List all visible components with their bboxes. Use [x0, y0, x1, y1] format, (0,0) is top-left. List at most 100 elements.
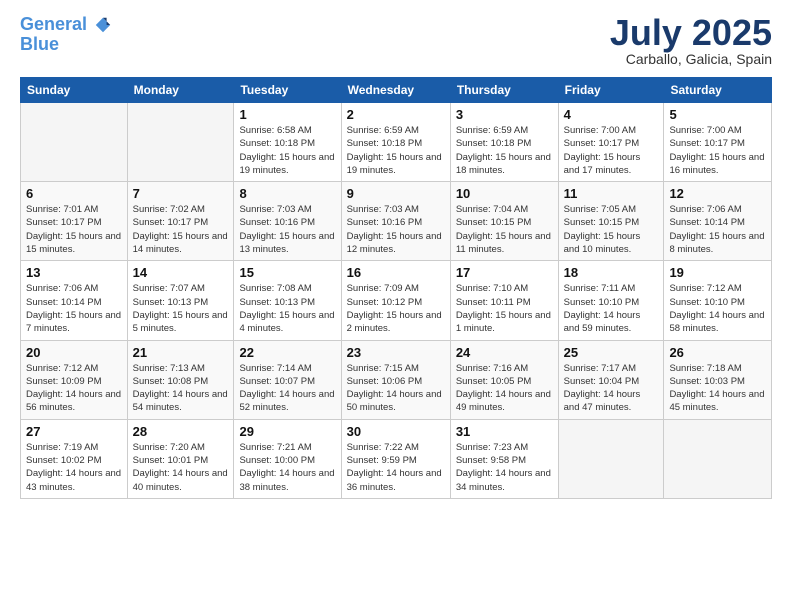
day-number: 21 [133, 345, 229, 360]
day-number: 15 [239, 265, 335, 280]
day-number: 19 [669, 265, 766, 280]
header-friday: Friday [558, 78, 664, 103]
header-sunday: Sunday [21, 78, 128, 103]
day-info: Sunrise: 7:02 AM Sunset: 10:17 PM Daylig… [133, 203, 229, 256]
calendar-cell: 22 Sunrise: 7:14 AM Sunset: 10:07 PM Dayl… [234, 340, 341, 419]
calendar-cell: 1 Sunrise: 6:58 AM Sunset: 10:18 PM Dayli… [234, 103, 341, 182]
day-info: Sunrise: 7:05 AM Sunset: 10:15 PM Daylig… [564, 203, 659, 256]
day-info: Sunrise: 7:15 AM Sunset: 10:06 PM Daylig… [347, 362, 445, 415]
day-info: Sunrise: 7:23 AM Sunset: 9:58 PM Dayligh… [456, 441, 553, 494]
day-info: Sunrise: 7:06 AM Sunset: 10:14 PM Daylig… [26, 282, 122, 335]
calendar-cell: 29Sunrise: 7:21 AM Sunset: 10:00 PM Dayl… [234, 419, 341, 498]
header-saturday: Saturday [664, 78, 772, 103]
calendar-cell: 18 Sunrise: 7:11 AM Sunset: 10:10 PM Dayl… [558, 261, 664, 340]
day-info: Sunrise: 7:03 AM Sunset: 10:16 PM Daylig… [239, 203, 335, 256]
header-wednesday: Wednesday [341, 78, 450, 103]
day-info: Sunrise: 7:16 AM Sunset: 10:05 PM Daylig… [456, 362, 553, 415]
day-info: Sunrise: 7:04 AM Sunset: 10:15 PM Daylig… [456, 203, 553, 256]
day-number: 28 [133, 424, 229, 439]
day-info: Sunrise: 7:13 AM Sunset: 10:08 PM Daylig… [133, 362, 229, 415]
header-thursday: Thursday [450, 78, 558, 103]
day-number: 22 [239, 345, 335, 360]
page-title: July 2025 [610, 15, 772, 51]
day-number: 23 [347, 345, 445, 360]
day-info: Sunrise: 7:22 AM Sunset: 9:59 PM Dayligh… [347, 441, 445, 494]
day-number: 10 [456, 186, 553, 201]
calendar-cell: 16 Sunrise: 7:09 AM Sunset: 10:12 PM Dayl… [341, 261, 450, 340]
day-info: Sunrise: 7:00 AM Sunset: 10:17 PM Daylig… [669, 124, 766, 177]
calendar-header-row: SundayMondayTuesdayWednesdayThursdayFrid… [21, 78, 772, 103]
day-number: 4 [564, 107, 659, 122]
day-number: 1 [239, 107, 335, 122]
day-number: 12 [669, 186, 766, 201]
day-info: Sunrise: 7:09 AM Sunset: 10:12 PM Daylig… [347, 282, 445, 335]
day-number: 5 [669, 107, 766, 122]
day-info: Sunrise: 7:01 AM Sunset: 10:17 PM Daylig… [26, 203, 122, 256]
day-info: Sunrise: 7:10 AM Sunset: 10:11 PM Daylig… [456, 282, 553, 335]
calendar-cell: 21 Sunrise: 7:13 AM Sunset: 10:08 PM Dayl… [127, 340, 234, 419]
calendar-cell: 31 Sunrise: 7:23 AM Sunset: 9:58 PM Dayli… [450, 419, 558, 498]
day-info: Sunrise: 7:14 AM Sunset: 10:07 PM Daylig… [239, 362, 335, 415]
header-monday: Monday [127, 78, 234, 103]
calendar-cell: 7 Sunrise: 7:02 AM Sunset: 10:17 PM Dayli… [127, 182, 234, 261]
calendar-cell: 9 Sunrise: 7:03 AM Sunset: 10:16 PM Dayli… [341, 182, 450, 261]
calendar-cell: 14Sunrise: 7:07 AM Sunset: 10:13 PM Dayl… [127, 261, 234, 340]
day-info: Sunrise: 7:03 AM Sunset: 10:16 PM Daylig… [347, 203, 445, 256]
calendar-week-row: 27Sunrise: 7:19 AM Sunset: 10:02 PM Dayl… [21, 419, 772, 498]
day-info: Sunrise: 7:18 AM Sunset: 10:03 PM Daylig… [669, 362, 766, 415]
day-number: 16 [347, 265, 445, 280]
calendar-cell [127, 103, 234, 182]
day-info: Sunrise: 7:11 AM Sunset: 10:10 PM Daylig… [564, 282, 659, 335]
calendar-cell: 12 Sunrise: 7:06 AM Sunset: 10:14 PM Dayl… [664, 182, 772, 261]
day-number: 13 [26, 265, 122, 280]
day-number: 6 [26, 186, 122, 201]
calendar-cell: 26 Sunrise: 7:18 AM Sunset: 10:03 PM Dayl… [664, 340, 772, 419]
calendar-cell: 5 Sunrise: 7:00 AM Sunset: 10:17 PM Dayli… [664, 103, 772, 182]
calendar-cell: 3Sunrise: 6:59 AM Sunset: 10:18 PM Dayli… [450, 103, 558, 182]
calendar-cell: 11Sunrise: 7:05 AM Sunset: 10:15 PM Dayl… [558, 182, 664, 261]
title-block: July 2025 Carballo, Galicia, Spain [610, 15, 772, 67]
day-number: 8 [239, 186, 335, 201]
page-header: General Blue July 2025 Carballo, Galicia… [20, 15, 772, 67]
calendar-cell: 25Sunrise: 7:17 AM Sunset: 10:04 PM Dayl… [558, 340, 664, 419]
header-tuesday: Tuesday [234, 78, 341, 103]
day-number: 27 [26, 424, 122, 439]
calendar-table: SundayMondayTuesdayWednesdayThursdayFrid… [20, 77, 772, 499]
day-number: 24 [456, 345, 553, 360]
day-number: 20 [26, 345, 122, 360]
calendar-cell: 4 Sunrise: 7:00 AM Sunset: 10:17 PM Dayli… [558, 103, 664, 182]
day-info: Sunrise: 7:00 AM Sunset: 10:17 PM Daylig… [564, 124, 659, 177]
day-number: 2 [347, 107, 445, 122]
day-info: Sunrise: 7:12 AM Sunset: 10:09 PM Daylig… [26, 362, 122, 415]
day-number: 7 [133, 186, 229, 201]
calendar-cell: 6 Sunrise: 7:01 AM Sunset: 10:17 PM Dayli… [21, 182, 128, 261]
day-info: Sunrise: 7:20 AM Sunset: 10:01 PM Daylig… [133, 441, 229, 494]
day-info: Sunrise: 7:21 AM Sunset: 10:00 PM Daylig… [239, 441, 335, 494]
calendar-week-row: 1 Sunrise: 6:58 AM Sunset: 10:18 PM Dayli… [21, 103, 772, 182]
day-info: Sunrise: 6:58 AM Sunset: 10:18 PM Daylig… [239, 124, 335, 177]
day-info: Sunrise: 7:12 AM Sunset: 10:10 PM Daylig… [669, 282, 766, 335]
calendar-cell: 27Sunrise: 7:19 AM Sunset: 10:02 PM Dayl… [21, 419, 128, 498]
day-number: 9 [347, 186, 445, 201]
logo-line1: General [20, 14, 87, 34]
calendar-cell: 13 Sunrise: 7:06 AM Sunset: 10:14 PM Dayl… [21, 261, 128, 340]
day-info: Sunrise: 7:06 AM Sunset: 10:14 PM Daylig… [669, 203, 766, 256]
calendar-cell: 10 Sunrise: 7:04 AM Sunset: 10:15 PM Dayl… [450, 182, 558, 261]
logo-line2: Blue [20, 34, 59, 54]
calendar-cell [558, 419, 664, 498]
day-info: Sunrise: 7:17 AM Sunset: 10:04 PM Daylig… [564, 362, 659, 415]
calendar-cell: 19 Sunrise: 7:12 AM Sunset: 10:10 PM Dayl… [664, 261, 772, 340]
day-number: 18 [564, 265, 659, 280]
day-number: 14 [133, 265, 229, 280]
day-info: Sunrise: 6:59 AM Sunset: 10:18 PM Daylig… [456, 124, 553, 177]
calendar-cell [21, 103, 128, 182]
day-number: 31 [456, 424, 553, 439]
calendar-cell: 20 Sunrise: 7:12 AM Sunset: 10:09 PM Dayl… [21, 340, 128, 419]
calendar-cell: 24 Sunrise: 7:16 AM Sunset: 10:05 PM Dayl… [450, 340, 558, 419]
calendar-cell: 15Sunrise: 7:08 AM Sunset: 10:13 PM Dayl… [234, 261, 341, 340]
logo: General Blue [20, 15, 112, 55]
calendar-cell: 2Sunrise: 6:59 AM Sunset: 10:18 PM Dayli… [341, 103, 450, 182]
calendar-week-row: 20 Sunrise: 7:12 AM Sunset: 10:09 PM Dayl… [21, 340, 772, 419]
calendar-week-row: 13 Sunrise: 7:06 AM Sunset: 10:14 PM Dayl… [21, 261, 772, 340]
day-number: 26 [669, 345, 766, 360]
